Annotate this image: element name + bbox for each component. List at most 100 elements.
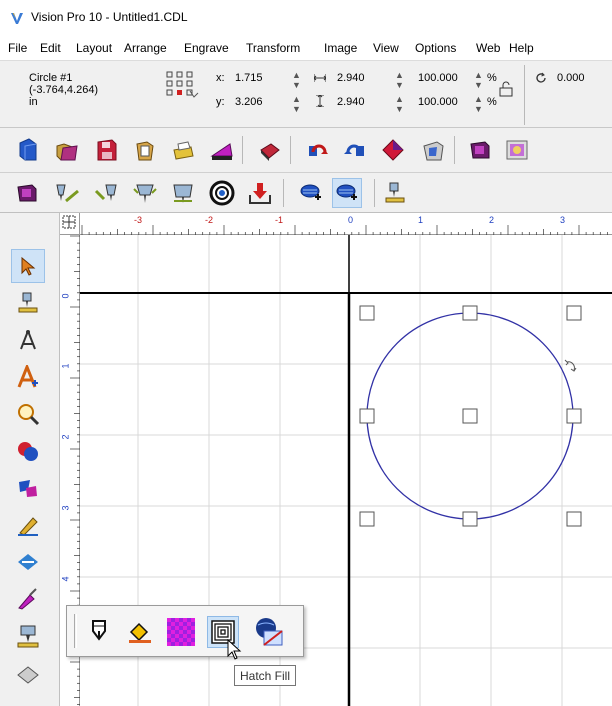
ruler-origin[interactable]: [60, 213, 80, 235]
selection-handle[interactable]: [462, 305, 478, 321]
flyout-grip[interactable]: [74, 614, 77, 648]
tool-cutout-button[interactable]: [168, 178, 198, 208]
save-button[interactable]: [92, 135, 122, 165]
selection-handle[interactable]: [566, 305, 582, 321]
menu-image[interactable]: Image: [324, 41, 357, 55]
selection-handle[interactable]: [566, 408, 582, 424]
menu-transform[interactable]: Transform: [246, 41, 300, 55]
reference-point-icon[interactable]: [166, 71, 202, 101]
lock-icon[interactable]: [499, 81, 513, 97]
height-field[interactable]: 2.940: [337, 96, 365, 108]
layout-button[interactable]: [254, 135, 284, 165]
shapes-icon: [18, 442, 38, 461]
scale-y-spinner[interactable]: ▲ ▼: [474, 94, 483, 114]
scale-x-field[interactable]: 100.000: [418, 72, 458, 84]
shape-tool[interactable]: [11, 434, 45, 468]
open-file-button[interactable]: [52, 135, 82, 165]
undo-button[interactable]: [304, 135, 334, 165]
tool-inline-button[interactable]: [92, 178, 122, 208]
extra-tool[interactable]: [11, 656, 45, 690]
layers-icon: [300, 184, 321, 200]
text-tool[interactable]: [11, 360, 45, 394]
polygon-icon: [19, 480, 37, 497]
fill-tool[interactable]: [11, 619, 45, 653]
units-label: in: [29, 96, 38, 108]
app-logo-icon: [11, 13, 23, 24]
texture-fill-button[interactable]: [165, 616, 197, 648]
separator: [454, 136, 455, 164]
menu-arrange[interactable]: Arrange: [124, 41, 167, 55]
engrave-button[interactable]: [207, 135, 237, 165]
node-edit-button[interactable]: [378, 135, 408, 165]
paint-bucket-icon: [129, 622, 151, 643]
zoom-tool[interactable]: [11, 397, 45, 431]
download-button[interactable]: [245, 178, 275, 208]
y-spinner[interactable]: ▲ ▼: [292, 94, 301, 114]
menu-web[interactable]: Web: [476, 41, 500, 55]
node-tool[interactable]: [11, 323, 45, 357]
rotation-field[interactable]: 0.000: [557, 72, 585, 84]
import-button[interactable]: [418, 135, 448, 165]
output-button[interactable]: [466, 135, 496, 165]
ruler-label: 2: [60, 434, 71, 440]
transform-tool[interactable]: [11, 545, 45, 579]
scale-x-percent: %: [487, 72, 497, 84]
y-field[interactable]: 3.206: [235, 96, 263, 108]
tool-fill-button[interactable]: [130, 178, 160, 208]
redo-button[interactable]: [339, 135, 369, 165]
bitmap-button[interactable]: [502, 135, 532, 165]
selection-handle[interactable]: [359, 408, 375, 424]
menu-view[interactable]: View: [373, 41, 399, 55]
polygon-tool[interactable]: [11, 471, 45, 505]
bitmap-fill-button[interactable]: [253, 616, 285, 648]
selection-handle[interactable]: [462, 511, 478, 527]
print-button[interactable]: [168, 135, 198, 165]
engrave-preview-button[interactable]: [13, 178, 43, 208]
selection-handle[interactable]: [359, 305, 375, 321]
width-spinner[interactable]: ▲ ▼: [395, 70, 404, 90]
selection-info: Circle #1 (-3.764,4.264) in: [29, 72, 98, 108]
checker-texture-icon: [167, 618, 195, 646]
x-spinner[interactable]: ▲ ▼: [292, 70, 301, 90]
compass-pen-icon: [20, 330, 36, 350]
width-field[interactable]: 2.940: [337, 72, 365, 84]
menu-file[interactable]: File: [8, 41, 27, 55]
menu-engrave[interactable]: Engrave: [184, 41, 229, 55]
selection-handle[interactable]: [462, 408, 478, 424]
window-title: Vision Pro 10 - Untitled1.CDL: [31, 10, 188, 24]
rotate-handle-icon[interactable]: [564, 359, 577, 372]
separator: [374, 179, 375, 207]
cutter-icon: [17, 625, 39, 648]
height-spinner[interactable]: ▲ ▼: [395, 94, 404, 114]
cutter-icon: [173, 184, 193, 203]
tool-path-button[interactable]: [52, 178, 82, 208]
select-tool[interactable]: [11, 249, 45, 283]
menu-edit[interactable]: Edit: [40, 41, 61, 55]
selection-handle[interactable]: [359, 511, 375, 527]
download-tray-icon: [249, 183, 271, 204]
ruler-label: 3: [60, 505, 71, 511]
x-field[interactable]: 1.715: [235, 72, 263, 84]
scale-x-spinner[interactable]: ▲ ▼: [474, 70, 483, 90]
menu-help[interactable]: Help: [509, 41, 534, 55]
engrave-tool[interactable]: [11, 286, 45, 320]
machine-tool-button[interactable]: [380, 178, 410, 208]
arrow-pointer-icon: [21, 256, 36, 276]
print-preview-button[interactable]: [130, 135, 160, 165]
paint-tool[interactable]: [11, 582, 45, 616]
width-icon: [314, 74, 326, 82]
layers-icon: [336, 184, 357, 200]
new-file-button[interactable]: [13, 135, 43, 165]
menu-options[interactable]: Options: [415, 41, 456, 55]
selection-handle[interactable]: [566, 511, 582, 527]
layer-add-button[interactable]: [296, 178, 326, 208]
bullseye-button[interactable]: [207, 178, 237, 208]
paint-bucket-button[interactable]: [124, 616, 156, 648]
pen-fill-button[interactable]: [83, 616, 115, 648]
menu-layout[interactable]: Layout: [76, 41, 112, 55]
scale-y-field[interactable]: 100.000: [418, 96, 458, 108]
ruler-label: 0: [348, 215, 354, 225]
pencil-icon: [18, 517, 38, 536]
pen-tool[interactable]: [11, 508, 45, 542]
layer-hatch-button[interactable]: [332, 178, 362, 208]
